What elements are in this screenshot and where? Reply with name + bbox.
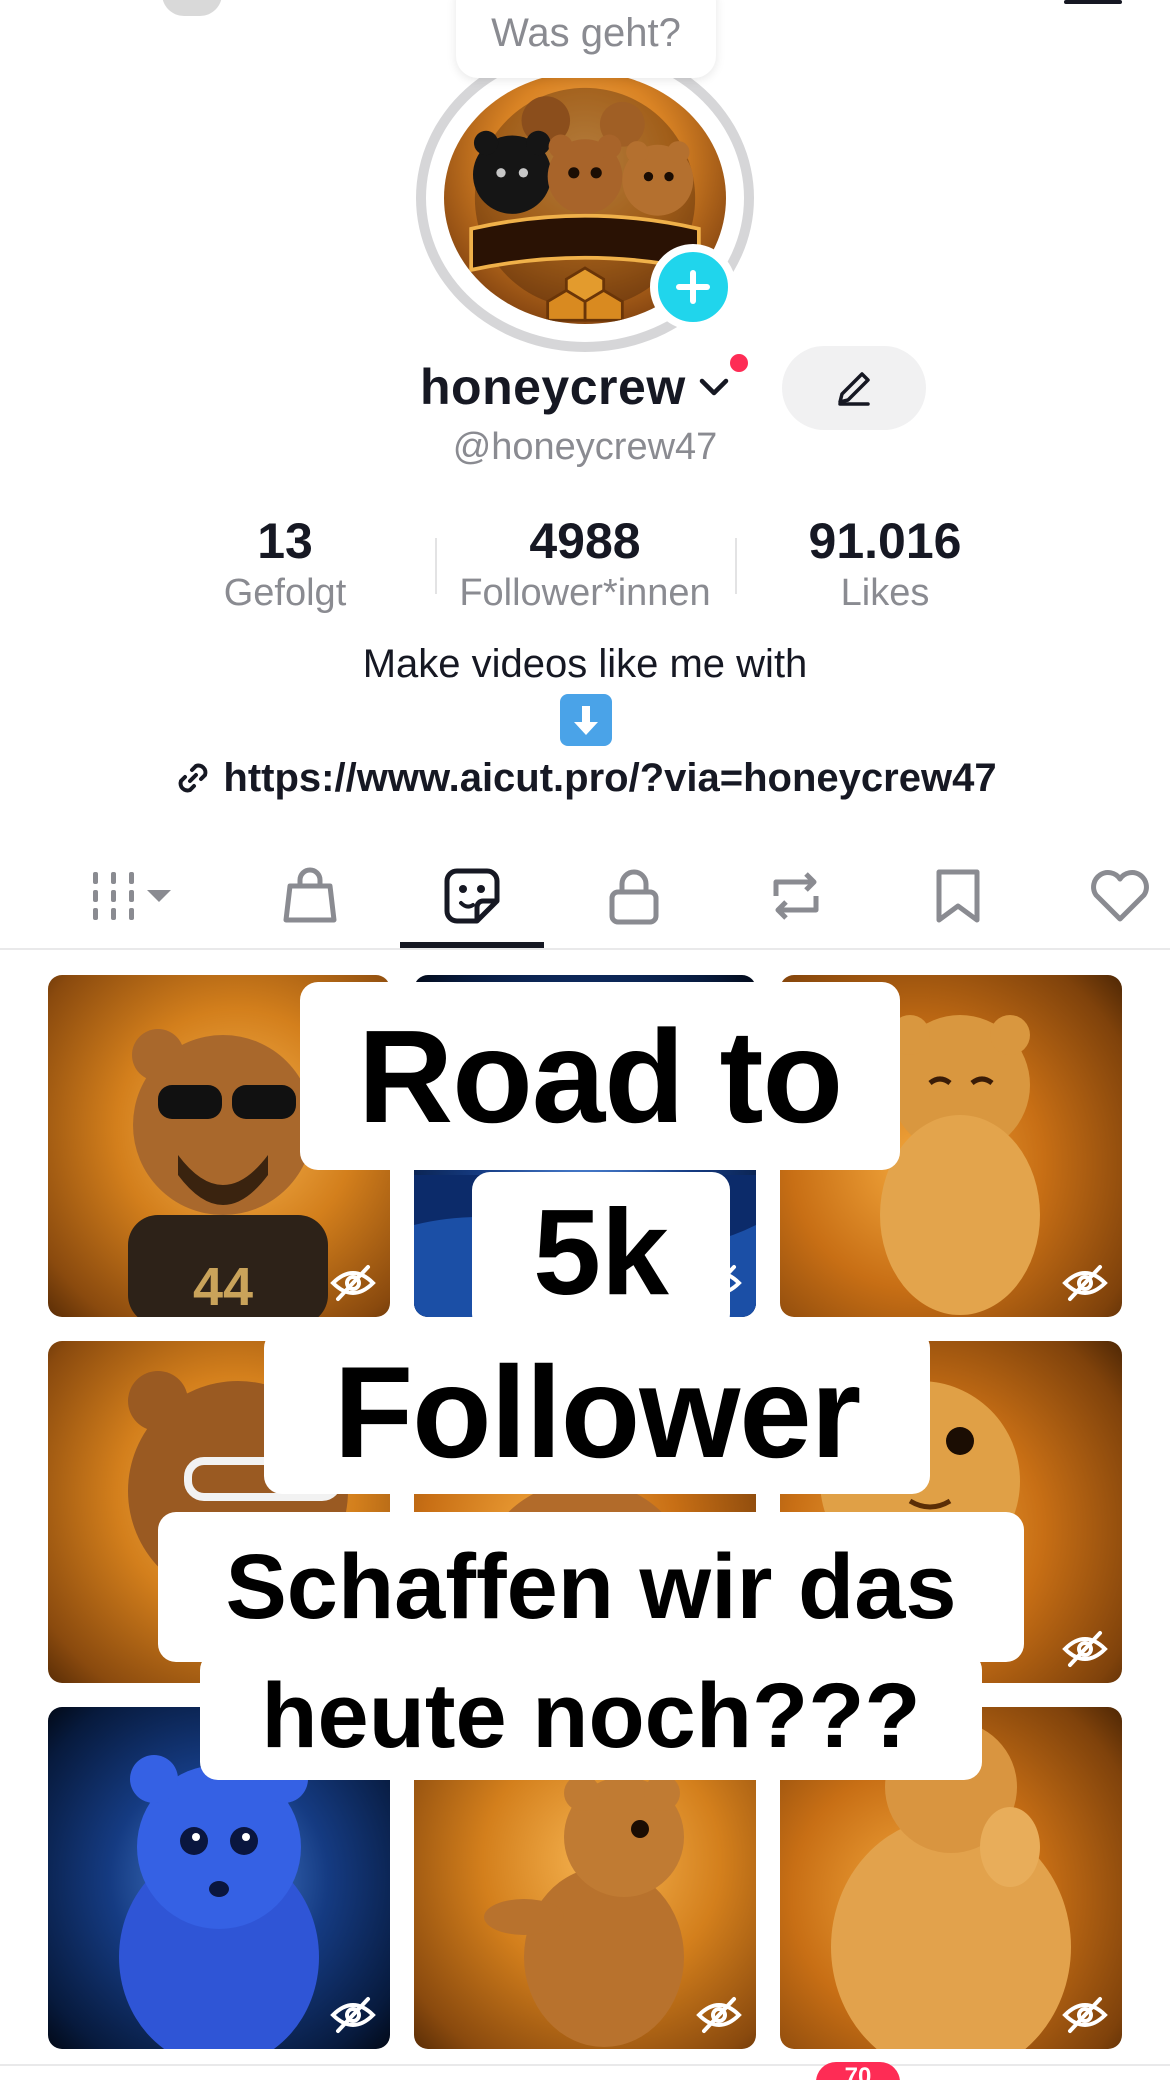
- profile-stats: 13 Gefolgt 4988 Follower*innen 91.016 Li…: [0, 512, 1170, 622]
- bookmark-icon: [936, 869, 980, 923]
- stat-following[interactable]: 13 Gefolgt: [145, 512, 425, 616]
- tab-liked[interactable]: [1070, 856, 1170, 936]
- username: honeycrew: [420, 359, 686, 415]
- heart-icon: [1091, 870, 1149, 922]
- tab-favorites[interactable]: [908, 856, 1008, 936]
- stat-divider: [735, 538, 737, 594]
- stat-value: 13: [257, 513, 313, 569]
- pencil-icon: [838, 372, 870, 406]
- bottom-nav-border: [0, 2064, 1170, 2066]
- overlay-caption-line: Schaffen wir das: [158, 1512, 1024, 1662]
- menu-icon[interactable]: [1064, 0, 1122, 4]
- profile-tabs: [0, 846, 1170, 950]
- bio-link-text: https://www.aicut.pro/?via=honeycrew47: [223, 755, 997, 800]
- inbox-badge-count: 70: [844, 2063, 872, 2080]
- stat-followers[interactable]: 4988 Follower*innen: [445, 512, 725, 616]
- plus-icon: [676, 270, 710, 304]
- stat-value: 4988: [529, 513, 641, 569]
- shopping-bag-icon: [283, 867, 337, 923]
- bio-link[interactable]: https://www.aicut.pro/?via=honeycrew47: [0, 750, 1170, 806]
- tab-reposts[interactable]: [746, 856, 846, 936]
- overlay-caption-line: Road to: [300, 982, 900, 1170]
- stat-likes[interactable]: 91.016 Likes: [745, 512, 1025, 616]
- tab-stickers[interactable]: [422, 856, 522, 936]
- status-avatar-fragment: [162, 0, 222, 16]
- repost-icon: [773, 872, 819, 920]
- arrow-down-emoji-icon: [560, 694, 612, 746]
- tab-shop[interactable]: [260, 856, 360, 936]
- inbox-badge[interactable]: 70: [816, 2062, 900, 2080]
- lock-icon: [609, 869, 659, 925]
- profile-page: Was geht? honeycrew @honeycrew47 13 Gefo…: [0, 0, 1170, 2080]
- svg-text:44: 44: [193, 1257, 253, 1317]
- tab-videos[interactable]: [70, 856, 200, 936]
- stat-label: Likes: [840, 572, 930, 614]
- hidden-eye-icon: [1062, 1997, 1108, 2033]
- chevron-down-icon: [699, 378, 728, 396]
- active-tab-indicator: [400, 942, 544, 948]
- tab-private[interactable]: [584, 856, 684, 936]
- link-icon: [179, 763, 208, 793]
- overlay-caption-line: 5k: [472, 1172, 730, 1332]
- stat-label: Follower*innen: [459, 572, 711, 614]
- hidden-eye-icon: [696, 1997, 742, 2033]
- user-handle: @honeycrew47: [452, 426, 718, 468]
- hidden-eye-icon: [330, 1265, 376, 1301]
- overlay-caption-line: Follower: [264, 1330, 930, 1494]
- hidden-eye-icon: [1062, 1265, 1108, 1301]
- edit-profile-button[interactable]: [782, 346, 926, 430]
- status-bubble-text: Was geht?: [491, 11, 681, 55]
- bio-text: Make videos like me with: [362, 642, 808, 686]
- add-story-button[interactable]: [650, 244, 736, 330]
- account-switcher[interactable]: honeycrew: [420, 352, 734, 422]
- status-bubble[interactable]: Was geht?: [456, 0, 716, 78]
- hidden-eye-icon: [1062, 1631, 1108, 1667]
- overlay-caption-line: heute noch???: [200, 1652, 982, 1780]
- stat-label: Gefolgt: [223, 572, 347, 614]
- sticker-icon: [444, 868, 500, 924]
- stat-value: 91.016: [808, 513, 962, 569]
- hidden-eye-icon: [330, 1997, 376, 2033]
- grid-icon: [93, 872, 171, 920]
- stat-divider: [435, 538, 437, 594]
